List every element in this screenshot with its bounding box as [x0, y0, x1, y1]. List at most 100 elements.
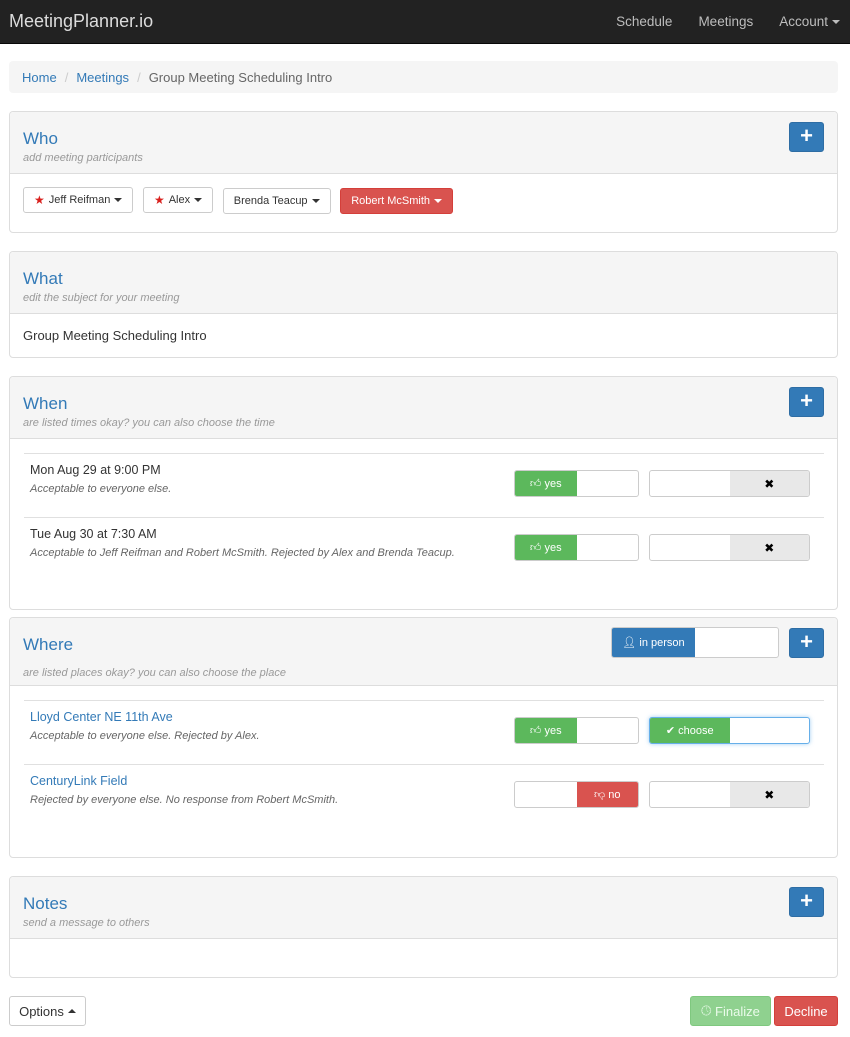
- participant-chip[interactable]: ★ Alex: [142, 187, 214, 213]
- when-title: When: [23, 394, 68, 413]
- vote-no[interactable]: 👎︎ no: [576, 782, 638, 807]
- where-heading: Where are listed places okay? you can al…: [10, 618, 837, 686]
- participant-chip[interactable]: Robert McSmith: [340, 188, 454, 214]
- vote-blank[interactable]: [577, 535, 639, 560]
- vote-yes[interactable]: 👍︎ yes: [515, 535, 577, 560]
- nav-account[interactable]: Account: [779, 14, 840, 29]
- time-row: Mon Aug 29 at 9:00 PM Acceptable to ever…: [24, 453, 824, 517]
- caret-down-icon: [194, 198, 203, 202]
- where-panel: Where are listed places okay? you can al…: [9, 617, 838, 858]
- place-link[interactable]: CenturyLink Field: [30, 774, 127, 788]
- clock-icon: 🕓︎: [701, 1003, 716, 1018]
- caret-down-icon: [311, 199, 320, 203]
- nav-account-label: Account: [779, 14, 828, 29]
- place-link[interactable]: Lloyd Center NE 11th Ave: [30, 710, 173, 724]
- time-vote-switch[interactable]: 👍︎ yes: [514, 470, 639, 497]
- choose-option[interactable]: ✔ choose: [650, 718, 730, 743]
- participant-name: Jeff Reifman: [48, 194, 111, 206]
- finalize-button[interactable]: 🕓︎ Finalize: [690, 996, 771, 1026]
- notes-subtitle: send a message to others: [23, 917, 150, 929]
- place-row: CenturyLink Field Rejected by everyone e…: [24, 764, 824, 828]
- time-row: Tue Aug 30 at 7:30 AM Acceptable to Jeff…: [24, 517, 824, 581]
- notes-panel: Notes send a message to others +: [9, 876, 838, 978]
- finalize-label: Finalize: [715, 1003, 760, 1019]
- add-place-button[interactable]: +: [789, 628, 824, 658]
- vote-yes[interactable]: 👍︎ yes: [515, 718, 577, 743]
- breadcrumb-separator: /: [64, 69, 69, 85]
- time-choose-switch[interactable]: ✖: [649, 470, 810, 497]
- close-icon[interactable]: ✖: [729, 471, 809, 496]
- place-row: Lloyd Center NE 11th Ave Acceptable to e…: [24, 700, 824, 764]
- thumbs-up-icon: 👍︎: [529, 542, 545, 554]
- star-icon: ★: [34, 193, 45, 207]
- vote-blank[interactable]: [577, 471, 639, 496]
- breadcrumb: Home / Meetings / Group Meeting Scheduli…: [9, 61, 838, 93]
- check-icon: ✔: [665, 725, 679, 737]
- in-person-switch[interactable]: 👤︎ in person: [611, 627, 779, 658]
- place-vote-switch[interactable]: 👎︎ no: [514, 781, 639, 808]
- options-label: Options: [19, 1003, 64, 1019]
- participant-chip[interactable]: Brenda Teacup: [222, 188, 331, 214]
- participant-name: Brenda Teacup: [233, 195, 308, 207]
- who-heading: Who add meeting participants +: [10, 112, 837, 174]
- place-status: Acceptable to everyone else. Rejected by…: [30, 730, 260, 742]
- close-icon[interactable]: ✖: [729, 535, 809, 560]
- time-label: Tue Aug 30 at 7:30 AM: [30, 527, 157, 541]
- breadcrumb-meetings[interactable]: Meetings: [76, 70, 129, 85]
- person-icon: 👤︎: [622, 637, 640, 649]
- place-status: Rejected by everyone else. No response f…: [30, 794, 339, 806]
- what-title: What: [23, 269, 63, 288]
- breadcrumb-current: Group Meeting Scheduling Intro: [148, 69, 333, 85]
- meeting-subject[interactable]: Group Meeting Scheduling Intro: [10, 314, 837, 357]
- vote-blank[interactable]: [515, 782, 577, 807]
- choose-blank[interactable]: [650, 471, 730, 496]
- vote-blank[interactable]: [577, 718, 639, 743]
- decline-button[interactable]: Decline: [774, 996, 838, 1026]
- what-heading: What edit the subject for your meeting: [10, 252, 837, 314]
- thumbs-down-icon: 👎︎: [594, 789, 609, 801]
- brand-logo[interactable]: MeetingPlanner.io: [9, 11, 153, 32]
- notes-heading: Notes send a message to others +: [10, 877, 837, 939]
- star-icon: ★: [153, 193, 165, 207]
- place-choose-switch[interactable]: ✖: [649, 781, 810, 808]
- time-choose-switch[interactable]: ✖: [649, 534, 810, 561]
- time-status: Acceptable to everyone else.: [30, 483, 172, 495]
- choose-blank[interactable]: [650, 782, 730, 807]
- thumbs-up-icon: 👍︎: [529, 725, 545, 737]
- close-icon[interactable]: ✖: [729, 782, 809, 807]
- in-person-blank[interactable]: [695, 628, 778, 657]
- time-vote-switch[interactable]: 👍︎ yes: [514, 534, 639, 561]
- participant-name: Robert McSmith: [351, 195, 431, 207]
- time-label: Mon Aug 29 at 9:00 PM: [30, 463, 161, 477]
- in-person-option[interactable]: 👤︎ in person: [612, 628, 695, 657]
- thumbs-up-icon: 👍︎: [529, 478, 545, 490]
- participant-list: ★ Jeff Reifman ★ Alex Brenda Teacup Robert…: [10, 174, 837, 227]
- who-subtitle: add meeting participants: [23, 152, 143, 164]
- add-note-button[interactable]: +: [789, 887, 824, 917]
- caret-down-icon: [434, 199, 443, 203]
- caret-down-icon: [832, 20, 840, 25]
- place-choose-switch[interactable]: ✔ choose: [649, 717, 810, 744]
- nav-schedule[interactable]: Schedule: [616, 14, 672, 29]
- add-time-button[interactable]: +: [789, 387, 824, 417]
- choose-blank[interactable]: [730, 718, 810, 743]
- participant-name: Alex: [168, 194, 191, 206]
- where-subtitle: are listed places okay? you can also cho…: [23, 667, 286, 679]
- choose-blank[interactable]: [650, 535, 730, 560]
- time-status: Acceptable to Jeff Reifman and Robert Mc…: [30, 547, 455, 559]
- breadcrumb-separator: /: [137, 69, 141, 85]
- notes-title: Notes: [23, 894, 68, 913]
- nav-links: Schedule Meetings Account: [590, 14, 840, 29]
- options-button[interactable]: Options: [9, 996, 86, 1026]
- nav-meetings[interactable]: Meetings: [698, 14, 753, 29]
- vote-yes[interactable]: 👍︎ yes: [515, 471, 577, 496]
- participant-chip[interactable]: ★ Jeff Reifman: [23, 187, 134, 213]
- place-vote-switch[interactable]: 👍︎ yes: [514, 717, 639, 744]
- when-panel: When are listed times okay? you can also…: [9, 376, 838, 610]
- add-participant-button[interactable]: +: [789, 122, 824, 152]
- when-subtitle: are listed times okay? you can also choo…: [23, 417, 275, 429]
- caret-down-icon: [114, 198, 123, 202]
- caret-up-icon: [67, 1009, 76, 1013]
- breadcrumb-home[interactable]: Home: [22, 70, 57, 85]
- who-panel: Who add meeting participants + ★ Jeff Rei…: [9, 111, 838, 233]
